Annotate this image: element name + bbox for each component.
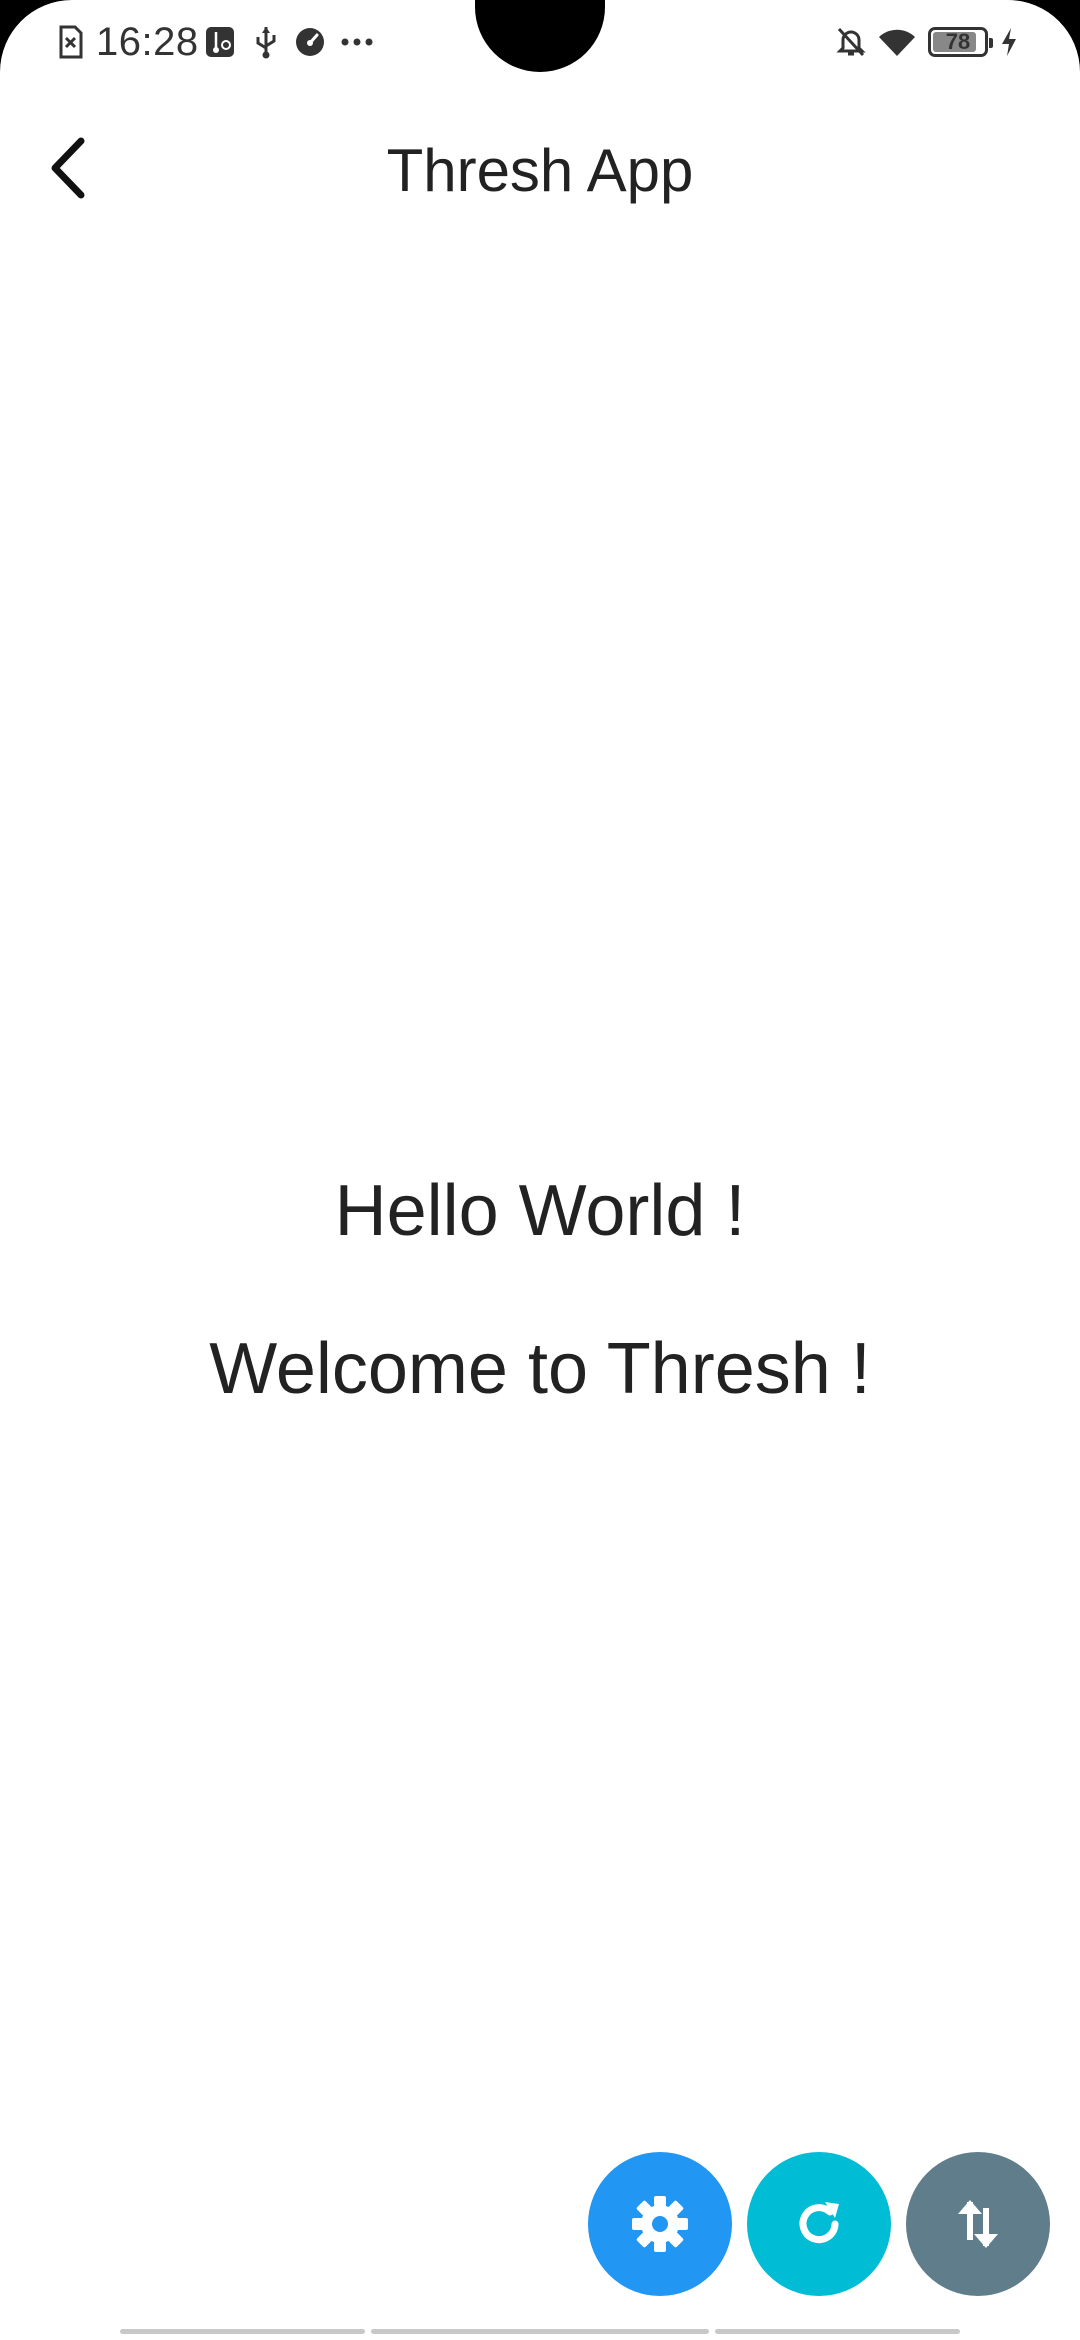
swap-button[interactable] [906, 2152, 1050, 2296]
gear-icon [632, 2196, 688, 2252]
home-indicator [715, 2329, 960, 2334]
app-title: Thresh App [386, 136, 694, 204]
settings-button[interactable] [588, 2152, 732, 2296]
refresh-button[interactable] [747, 2152, 891, 2296]
battery-level: 78 [945, 29, 971, 54]
battery-icon: 78 [928, 18, 993, 66]
back-arrow-icon [51, 137, 85, 199]
home-indicator [371, 2329, 709, 2334]
status-time: 16:28 [96, 19, 199, 64]
notifications-off-icon [836, 18, 866, 66]
welcome-text: Welcome to Thresh ! [209, 1329, 871, 1409]
refresh-icon [799, 2202, 839, 2244]
app-bar: Thresh App [0, 84, 1080, 256]
sim-error-icon [58, 18, 84, 66]
wifi-icon [878, 18, 916, 66]
speedometer-icon [295, 18, 325, 66]
home-indicator [120, 2329, 365, 2334]
back-button[interactable] [30, 124, 104, 212]
charging-icon [1000, 18, 1018, 66]
screen: 16:28 78 Thresh App Hello World ! Welcom… [0, 0, 1080, 2340]
hello-text: Hello World ! [334, 1171, 746, 1251]
swap-vertical-icon [958, 2200, 998, 2248]
usb-settings-icon [205, 18, 235, 66]
usb-icon [252, 18, 280, 66]
more-dots-icon [340, 18, 374, 66]
